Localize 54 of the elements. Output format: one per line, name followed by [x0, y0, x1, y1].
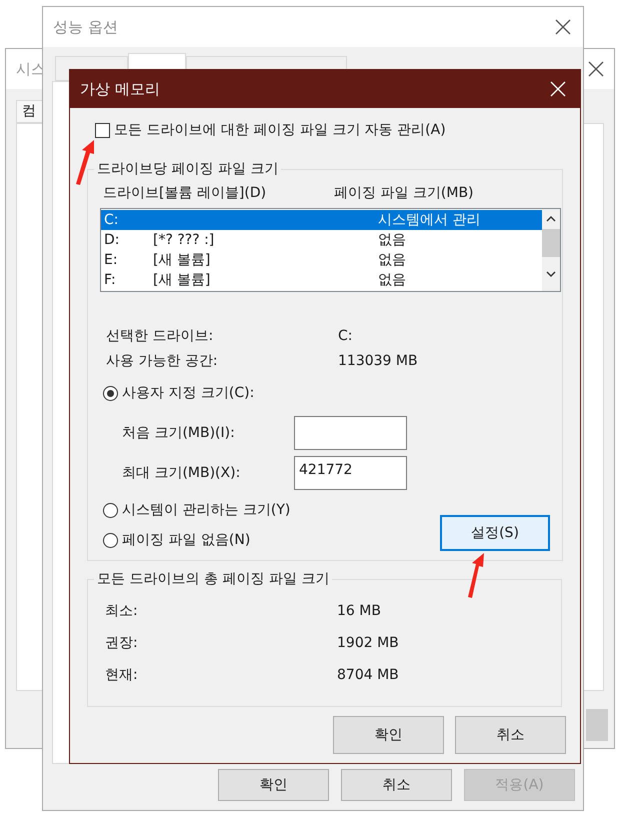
paging-size: 시스템에서 관리 — [378, 210, 480, 230]
checkbox[interactable] — [95, 122, 110, 138]
total-label: 현재: — [105, 666, 139, 684]
tab[interactable]: 컴 — [16, 100, 42, 123]
field-label: 처음 크기(MB)(I): — [122, 424, 236, 442]
volume-label: [새 볼륨] — [153, 252, 210, 268]
group-title: 모든 드라이브의 총 페이징 파일 크기 — [96, 570, 330, 589]
total-value: 1902 MB — [337, 634, 399, 652]
radio-label: 페이징 파일 없음(N) — [122, 530, 250, 550]
paging-size: 없음 — [378, 230, 406, 250]
info-value: C: — [338, 326, 352, 346]
drive-row[interactable]: F: [새 볼륨] 없음 — [101, 270, 542, 290]
total-value: 16 MB — [337, 602, 381, 620]
drive-row[interactable]: E: [새 볼륨] 없음 — [101, 250, 542, 270]
annotation-arrow — [74, 140, 96, 186]
paging-size: 없음 — [378, 250, 406, 270]
drive-row[interactable]: D: [*? ??? :] 없음 — [101, 230, 542, 250]
button-background — [586, 709, 608, 741]
set-button[interactable]: 설정(S) — [440, 515, 550, 551]
drive-row[interactable]: C: 시스템에서 관리 — [101, 210, 542, 230]
group-title: 드라이브당 페이징 파일 크기 — [96, 160, 280, 179]
radio-label: 사용자 지정 크기(C): — [122, 384, 254, 402]
total-label: 권장: — [105, 634, 139, 652]
input-field[interactable] — [294, 416, 407, 450]
total-label: 최소: — [105, 602, 139, 620]
radio-button[interactable] — [103, 386, 118, 400]
field-label: 최대 크기(MB)(X): — [122, 464, 242, 482]
volume-label: [*? ??? :] — [153, 232, 214, 248]
radio-label: 시스템이 관리하는 크기(Y) — [122, 500, 290, 520]
drive-letter: E: — [104, 250, 119, 270]
window-title: 성능 옵션 — [53, 16, 118, 38]
drive-letter: C: — [104, 210, 120, 230]
volume-label: [새 볼륨] — [153, 272, 210, 288]
paging-size: 없음 — [378, 270, 406, 290]
dialog-button[interactable]: 취소 — [341, 769, 452, 801]
close-icon[interactable] — [588, 61, 604, 77]
radio-button[interactable] — [103, 532, 118, 548]
drive-letter: D: — [104, 230, 120, 250]
close-icon[interactable] — [555, 19, 571, 35]
scroll-thumb[interactable] — [542, 229, 560, 257]
dialog-button[interactable]: 확인 — [218, 769, 329, 801]
total-value: 8704 MB — [337, 666, 399, 684]
input-field[interactable]: 421772 — [294, 456, 407, 490]
dialog-button[interactable]: 확인 — [333, 716, 444, 754]
drive-letter: F: — [104, 270, 117, 290]
info-value: 113039 MB — [338, 352, 418, 370]
dialog-button[interactable]: 취소 — [455, 716, 566, 754]
radio-button[interactable] — [103, 502, 118, 518]
info-label: 사용 가능한 공간: — [106, 352, 219, 370]
dialog-title: 가상 메모리 — [80, 78, 160, 100]
column-header: 페이징 파일 크기(MB) — [334, 184, 474, 202]
checkbox-label: 모든 드라이브에 대한 페이징 파일 크기 자동 관리(A) — [114, 120, 446, 140]
info-label: 선택한 드라이브: — [106, 326, 214, 346]
column-header: 드라이브[볼륨 레이블](D) — [103, 184, 268, 202]
